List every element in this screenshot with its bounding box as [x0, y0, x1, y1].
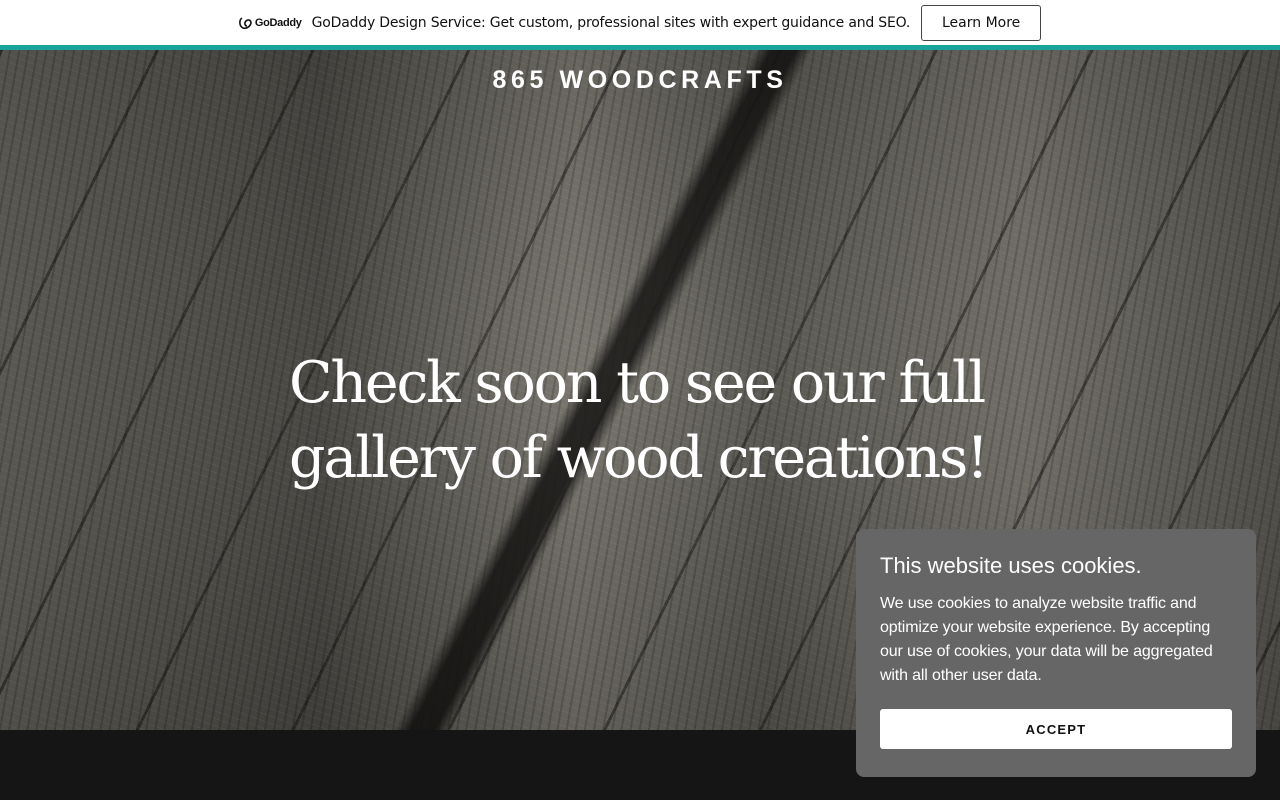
hero-headline: Check soon to see our full gallery of wo… [289, 350, 989, 491]
cookie-message: We use cookies to analyze website traffi… [880, 595, 1213, 684]
godaddy-logo[interactable]: GoDaddy [238, 16, 302, 30]
learn-more-button[interactable]: Learn More [921, 4, 1042, 41]
promo-message: GoDaddy Design Service: Get custom, prof… [311, 14, 911, 31]
cookie-banner: This website uses cookies. We use cookie… [856, 529, 1256, 777]
godaddy-logo-icon [238, 16, 252, 29]
promo-bar: GoDaddy GoDaddy Design Service: Get cust… [0, 0, 1280, 50]
cookie-title: This website uses cookies. [880, 553, 1142, 578]
accept-cookies-button[interactable]: ACCEPT [880, 709, 1232, 749]
godaddy-logo-text: GoDaddy [254, 16, 302, 29]
site-title[interactable]: 865 WOODCRAFTS [0, 66, 1280, 95]
